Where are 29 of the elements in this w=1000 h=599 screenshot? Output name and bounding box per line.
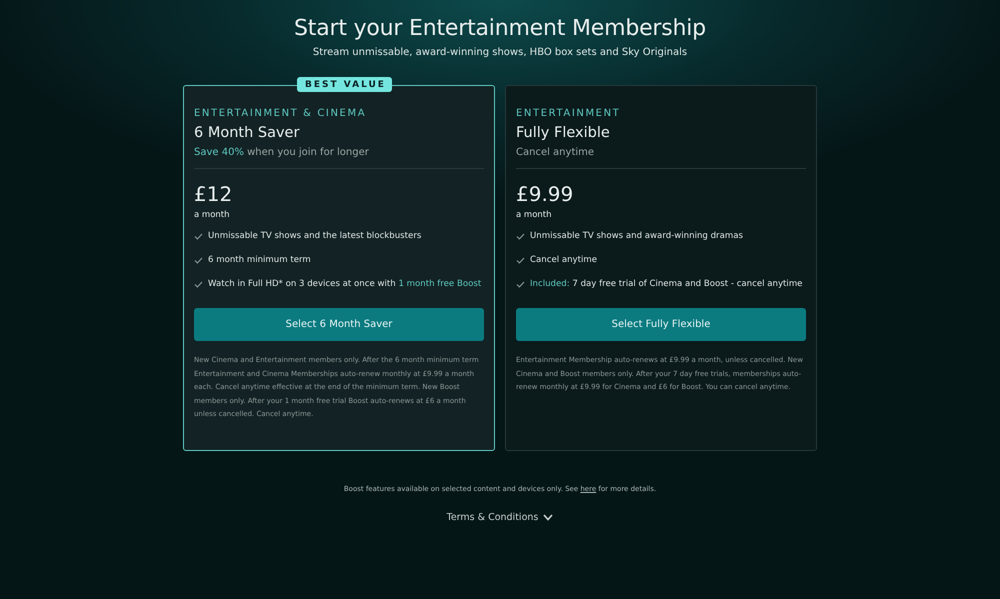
plan-name: Fully Flexible bbox=[516, 125, 611, 141]
plan-category: ENTERTAINMENT bbox=[516, 108, 622, 119]
check-icon bbox=[516, 280, 525, 288]
plan-tagline: Save 40% when you join for longer bbox=[194, 147, 370, 158]
price-period: a month bbox=[194, 210, 230, 220]
select-plan-button[interactable]: Select Fully Flexible bbox=[516, 308, 806, 341]
feature-text: Watch in Full HD* on 3 devices at once with 1 month free Boost bbox=[208, 279, 482, 289]
check-icon bbox=[194, 256, 203, 264]
feature-text: Included: 7 day free trial of Cinema and Boost - cancel anytime bbox=[530, 279, 802, 289]
plan-price: £9.99 bbox=[516, 182, 574, 206]
plan-name: 6 Month Saver bbox=[194, 125, 300, 141]
feature-text: Unmissable TV shows and the latest blockbusters bbox=[208, 231, 422, 241]
price-period: a month bbox=[516, 210, 552, 220]
feature-text: 6 month minimum term bbox=[208, 255, 311, 265]
terms-conditions-toggle[interactable]: Terms & Conditions bbox=[446, 512, 554, 523]
check-icon bbox=[194, 232, 203, 240]
plan-tagline: Cancel anytime bbox=[516, 147, 596, 158]
check-icon bbox=[194, 280, 203, 288]
check-icon bbox=[516, 256, 525, 264]
plan-price: £12 bbox=[194, 182, 234, 206]
plan-category: ENTERTAINMENT & CINEMA bbox=[194, 108, 368, 119]
chevron-down-icon bbox=[543, 514, 554, 521]
page-subtitle: Stream unmissable, award-winning shows, HBO box sets and Sky Originals bbox=[312, 47, 688, 58]
select-plan-button[interactable]: Select 6 Month Saver bbox=[194, 308, 484, 341]
best-value-badge: BEST VALUE bbox=[297, 77, 392, 92]
feature-text: Unmissable TV shows and award-winning dramas bbox=[530, 231, 743, 241]
feature-text: Cancel anytime bbox=[530, 255, 598, 265]
page-title: Start your Entertainment Membership bbox=[294, 16, 706, 41]
check-icon bbox=[516, 232, 525, 240]
